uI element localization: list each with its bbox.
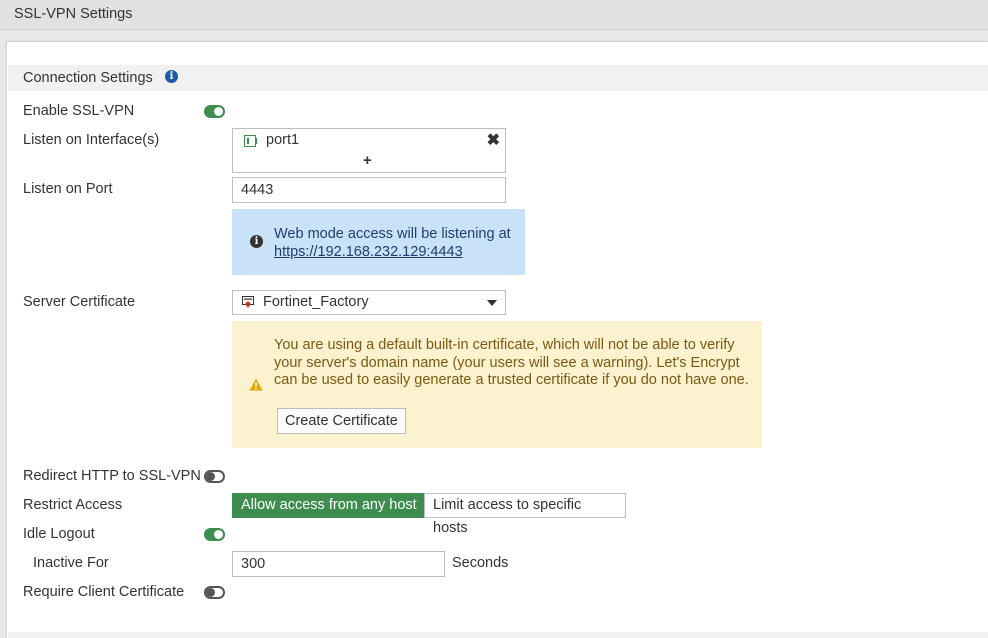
web-mode-info-box: i Web mode access will be listening at h… <box>232 209 525 275</box>
server-certificate-label: Server Certificate <box>23 294 136 310</box>
inactive-for-label: Inactive For <box>33 555 109 571</box>
server-certificate-select[interactable]: Fortinet_Factory <box>232 290 506 315</box>
enable-ssl-vpn-label: Enable SSL-VPN <box>23 103 135 119</box>
port-icon <box>244 135 257 147</box>
certificate-warning-box: You are using a default built-in certifi… <box>232 321 762 448</box>
server-certificate-value: Fortinet_Factory <box>263 294 369 310</box>
page-title: SSL-VPN Settings <box>14 6 133 22</box>
add-interface-icon[interactable]: + <box>363 152 372 169</box>
inactive-for-unit: Seconds <box>452 555 509 571</box>
create-certificate-button[interactable]: Create Certificate <box>277 408 406 434</box>
listen-interfaces-label: Listen on Interface(s) <box>23 132 160 148</box>
interface-port1: port1 <box>266 132 300 148</box>
toggle-knob <box>206 472 215 481</box>
next-section-header <box>8 632 988 638</box>
limit-specific-hosts-option[interactable]: Limit access to specific hosts <box>424 493 626 536</box>
section-header: Connection Settings i <box>8 65 988 91</box>
idle-logout-label: Idle Logout <box>23 526 95 542</box>
remove-interface-icon[interactable]: ✖ <box>487 130 500 150</box>
certificate-icon <box>242 296 254 308</box>
info-icon[interactable]: i <box>165 70 178 83</box>
page-header: SSL-VPN Settings <box>0 0 988 30</box>
listen-port-label: Listen on Port <box>23 181 113 197</box>
warning-icon <box>249 378 263 391</box>
inactive-for-input[interactable]: 300 <box>232 551 445 577</box>
listen-interfaces-select[interactable]: port1 ✖ + <box>232 128 506 173</box>
enable-ssl-vpn-toggle[interactable] <box>204 105 225 118</box>
restrict-access-label: Restrict Access <box>23 497 123 513</box>
require-client-cert-toggle[interactable] <box>204 586 225 599</box>
web-mode-info-text: Web mode access will be listening at htt… <box>274 225 511 261</box>
redirect-http-label: Redirect HTTP to SSL-VPN <box>23 468 201 484</box>
idle-logout-toggle[interactable] <box>204 528 225 541</box>
allow-any-host-option[interactable]: Allow access from any host <box>232 493 426 518</box>
toggle-knob <box>206 588 215 597</box>
chevron-down-icon <box>487 300 497 306</box>
redirect-http-toggle[interactable] <box>204 470 225 483</box>
section-title: Connection Settings <box>23 70 153 86</box>
listen-port-input[interactable]: 4443 <box>232 177 506 203</box>
toggle-knob <box>214 530 223 539</box>
web-mode-info-message: Web mode access will be listening at <box>274 226 511 242</box>
toggle-knob <box>214 107 223 116</box>
require-client-cert-label: Require Client Certificate <box>23 584 185 600</box>
certificate-warning-text: You are using a default built-in certifi… <box>274 337 749 388</box>
web-mode-url-link[interactable]: https://192.168.232.129:4443 <box>274 244 463 260</box>
info-icon: i <box>250 235 263 248</box>
